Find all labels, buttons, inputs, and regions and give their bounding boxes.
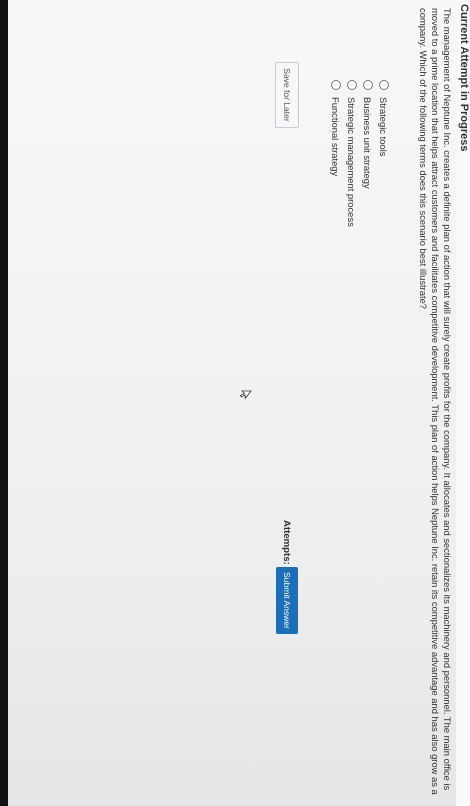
option-label: Strategic tools (378, 97, 390, 157)
page-heading: Current Attempt in Progress (458, 4, 470, 152)
question-text: The management of Neptune Inc. creates a… (417, 8, 453, 795)
option-label: Business unit strategy (362, 97, 374, 189)
save-for-later-button[interactable]: Save for Later (275, 62, 299, 128)
answer-option[interactable]: Strategic tools (376, 80, 392, 227)
radio-button[interactable] (347, 80, 357, 90)
screen-bezel (0, 0, 8, 806)
answer-option[interactable]: Business unit strategy (360, 80, 376, 227)
radio-button[interactable] (331, 80, 341, 90)
mouse-pointer-icon (240, 390, 252, 400)
answer-option[interactable]: Functional strategy (328, 80, 344, 227)
assignment-view: Current Attempt in Progress The manageme… (0, 0, 470, 806)
answer-options: Strategic tools Business unit strategy S… (328, 80, 392, 227)
submit-answer-button[interactable]: Submit Answer (276, 567, 298, 634)
answer-option[interactable]: Strategic management process (344, 80, 360, 227)
radio-button[interactable] (363, 80, 373, 90)
option-label: Functional strategy (330, 97, 342, 177)
option-label: Strategic management process (346, 97, 358, 227)
radio-button[interactable] (379, 80, 389, 90)
